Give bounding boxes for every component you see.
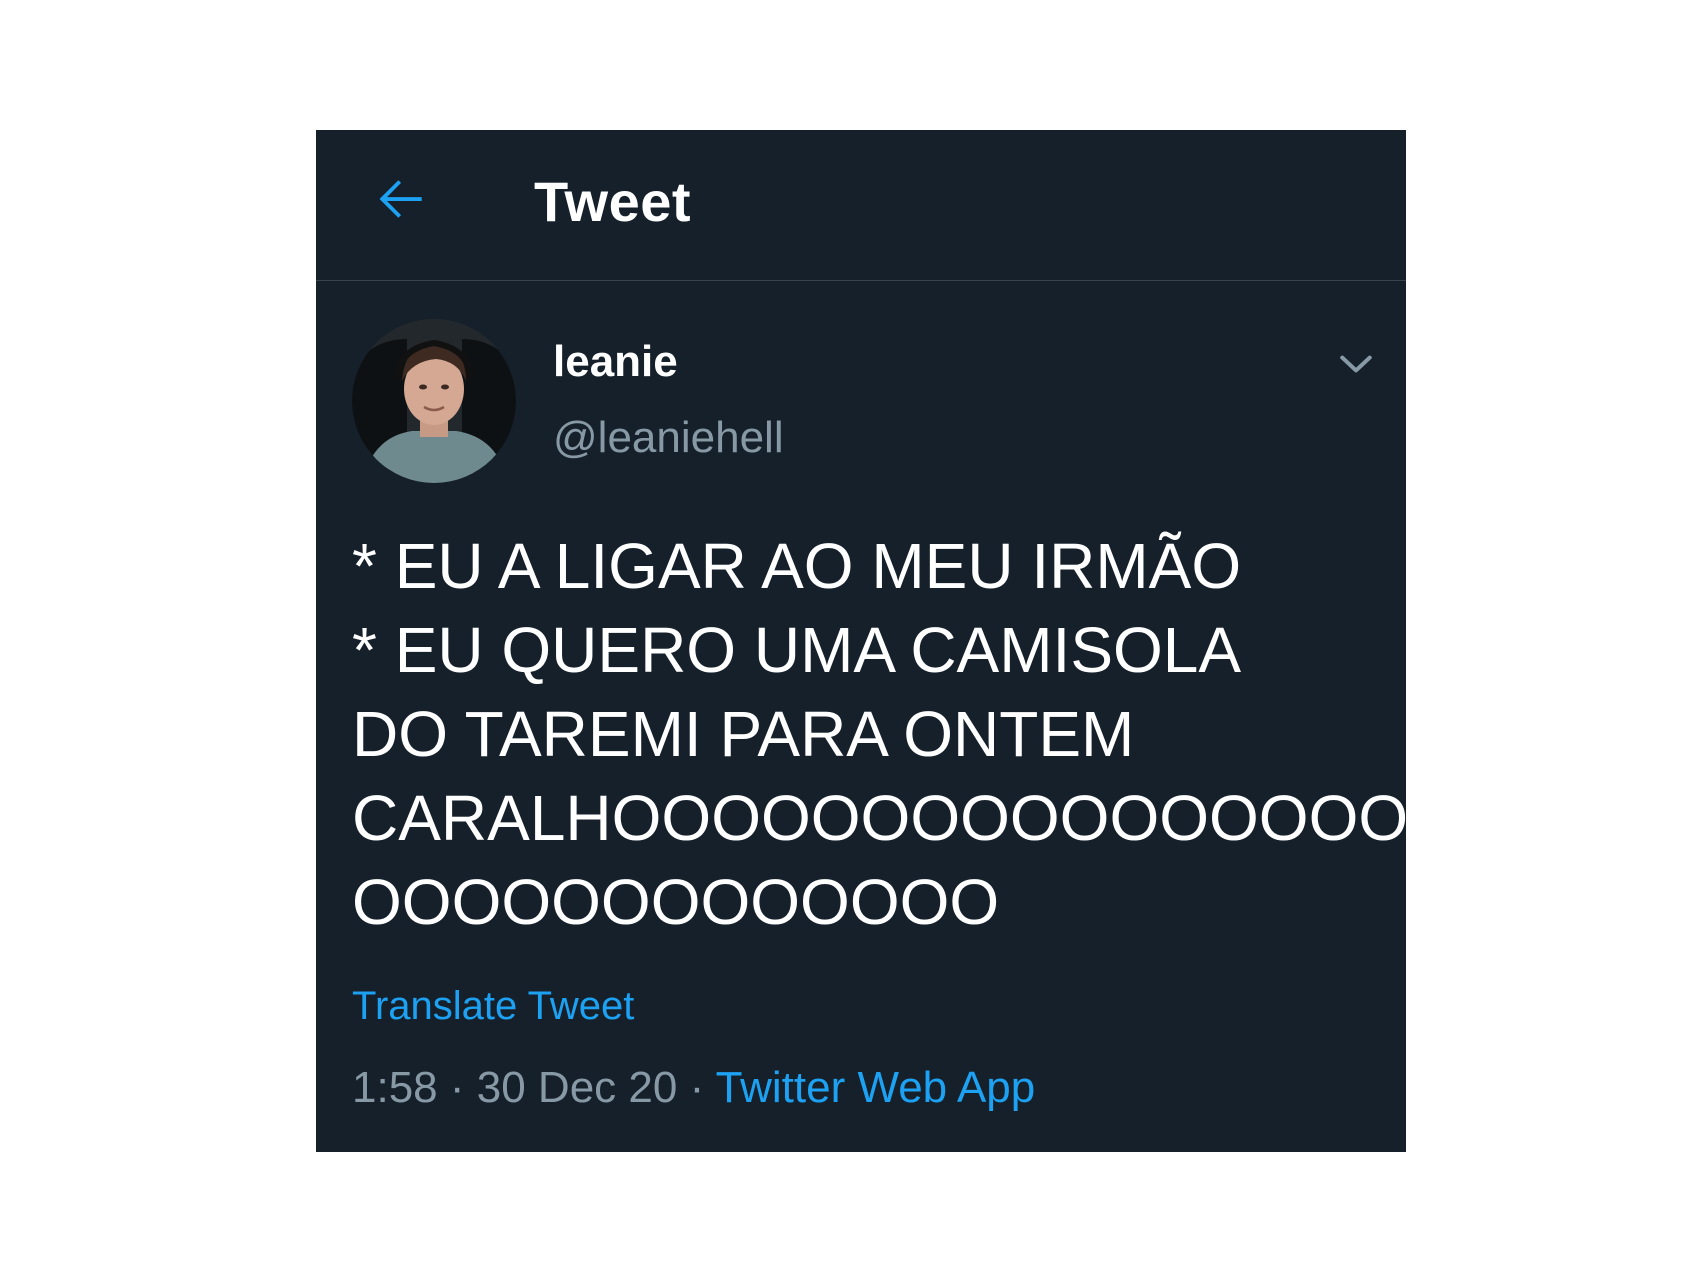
tweet-menu-button[interactable] [1334, 342, 1378, 386]
author-display-name[interactable]: leanie [553, 336, 678, 389]
arrow-left-icon [379, 180, 422, 218]
tweet-text: * EU A LIGAR AO MEU IRMÃO * EU QUERO UMA… [352, 524, 1458, 944]
tweet-text-line: DO TAREMI PARA ONTEM [352, 698, 1135, 770]
tweet-time[interactable]: 1:58 [352, 1063, 438, 1112]
tweet-source-link[interactable]: Twitter Web App [716, 1063, 1036, 1112]
chevron-down-icon [1340, 355, 1372, 373]
tweet-text-line: CARALHOOOOOOOOOOOOOOOOO [352, 782, 1458, 854]
tweet-text-line: * EU QUERO UMA CAMISOLA [352, 614, 1242, 686]
back-button[interactable] [370, 168, 432, 230]
translate-tweet-link[interactable]: Translate Tweet [352, 982, 634, 1030]
page-title: Tweet [534, 170, 692, 233]
tweet-detail-card: Tweet leanie @leaniehell * EU A LIGAR AO… [316, 130, 1458, 1152]
meta-separator: · [449, 1063, 465, 1112]
avatar[interactable] [352, 319, 516, 483]
meta-separator: · [689, 1063, 705, 1112]
tweet-meta: 1:58 · 30 Dec 20 · Twitter Web App [352, 1062, 1035, 1115]
tweet-text-line: * EU A LIGAR AO MEU IRMÃO [352, 530, 1242, 602]
profile-photo [352, 319, 516, 483]
top-bar: Tweet [316, 130, 1406, 281]
tweet-text-line: OOOOOOOOOOOOO [352, 866, 1000, 938]
author-username[interactable]: @leaniehell [553, 412, 784, 465]
tweet-date[interactable]: 30 Dec 20 [477, 1063, 678, 1112]
